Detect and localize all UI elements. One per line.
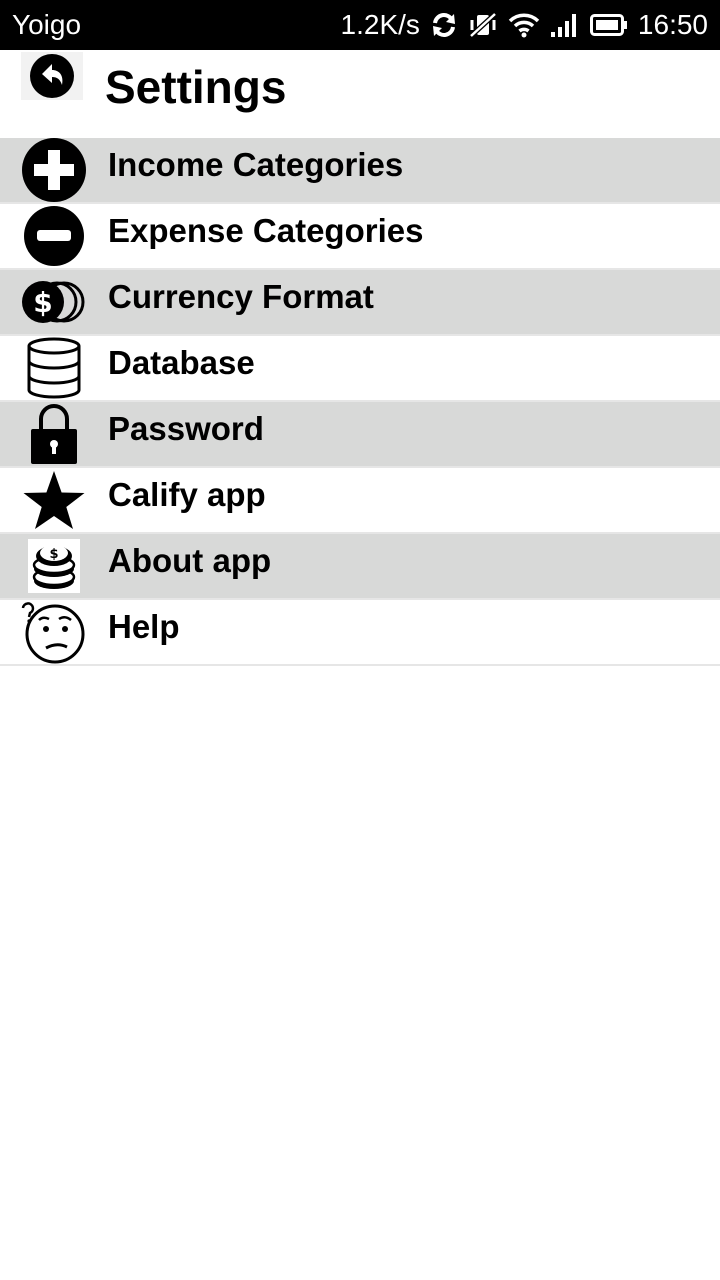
clock-time: 16:50 (637, 9, 708, 40)
battery-icon (589, 13, 628, 37)
database-icon (21, 336, 87, 400)
back-arrow-icon[interactable] (21, 52, 83, 100)
settings-item-label: Income Categories (108, 146, 404, 183)
settings-item-label: Password (108, 410, 264, 447)
minus-circle-icon (21, 204, 87, 268)
vibrate-off-icon (468, 11, 498, 39)
settings-item-help[interactable]: Help (0, 600, 720, 666)
sync-icon (430, 11, 458, 39)
coin-stack-icon: $ (21, 534, 87, 598)
settings-item-label: Calify app (108, 476, 266, 513)
settings-item-about-app[interactable]: $ About app (0, 534, 720, 600)
coins-dollar-icon: $ (21, 270, 87, 334)
carrier-name: Yoigo (12, 9, 82, 40)
settings-item-password[interactable]: Password (0, 402, 720, 468)
lock-icon (21, 402, 87, 466)
settings-item-label: Expense Categories (108, 212, 424, 249)
confused-face-icon (21, 600, 87, 664)
network-speed: 1.2K/s (340, 9, 420, 40)
star-icon (21, 468, 87, 532)
settings-item-database[interactable]: Database (0, 336, 720, 402)
settings-item-label: About app (108, 542, 272, 579)
settings-item-label: Help (108, 608, 180, 645)
wifi-icon (508, 12, 540, 38)
svg-text:$: $ (49, 547, 58, 562)
svg-text:$: $ (33, 286, 52, 319)
plus-circle-icon (21, 138, 87, 202)
settings-item-income-categories[interactable]: Income Categories (0, 138, 720, 204)
page-title: Settings (105, 61, 287, 113)
settings-list: Income Categories Expense Categories $ C… (0, 138, 720, 666)
settings-item-expense-categories[interactable]: Expense Categories (0, 204, 720, 270)
status-bar: Yoigo 1.2K/s 16:50 (0, 0, 720, 50)
settings-item-calify-app[interactable]: Calify app (0, 468, 720, 534)
settings-item-currency-format[interactable]: $ Currency Format (0, 270, 720, 336)
settings-item-label: Currency Format (108, 278, 374, 315)
header-bar: Settings (0, 50, 720, 138)
signal-icon (550, 12, 580, 38)
settings-item-label: Database (108, 344, 255, 381)
